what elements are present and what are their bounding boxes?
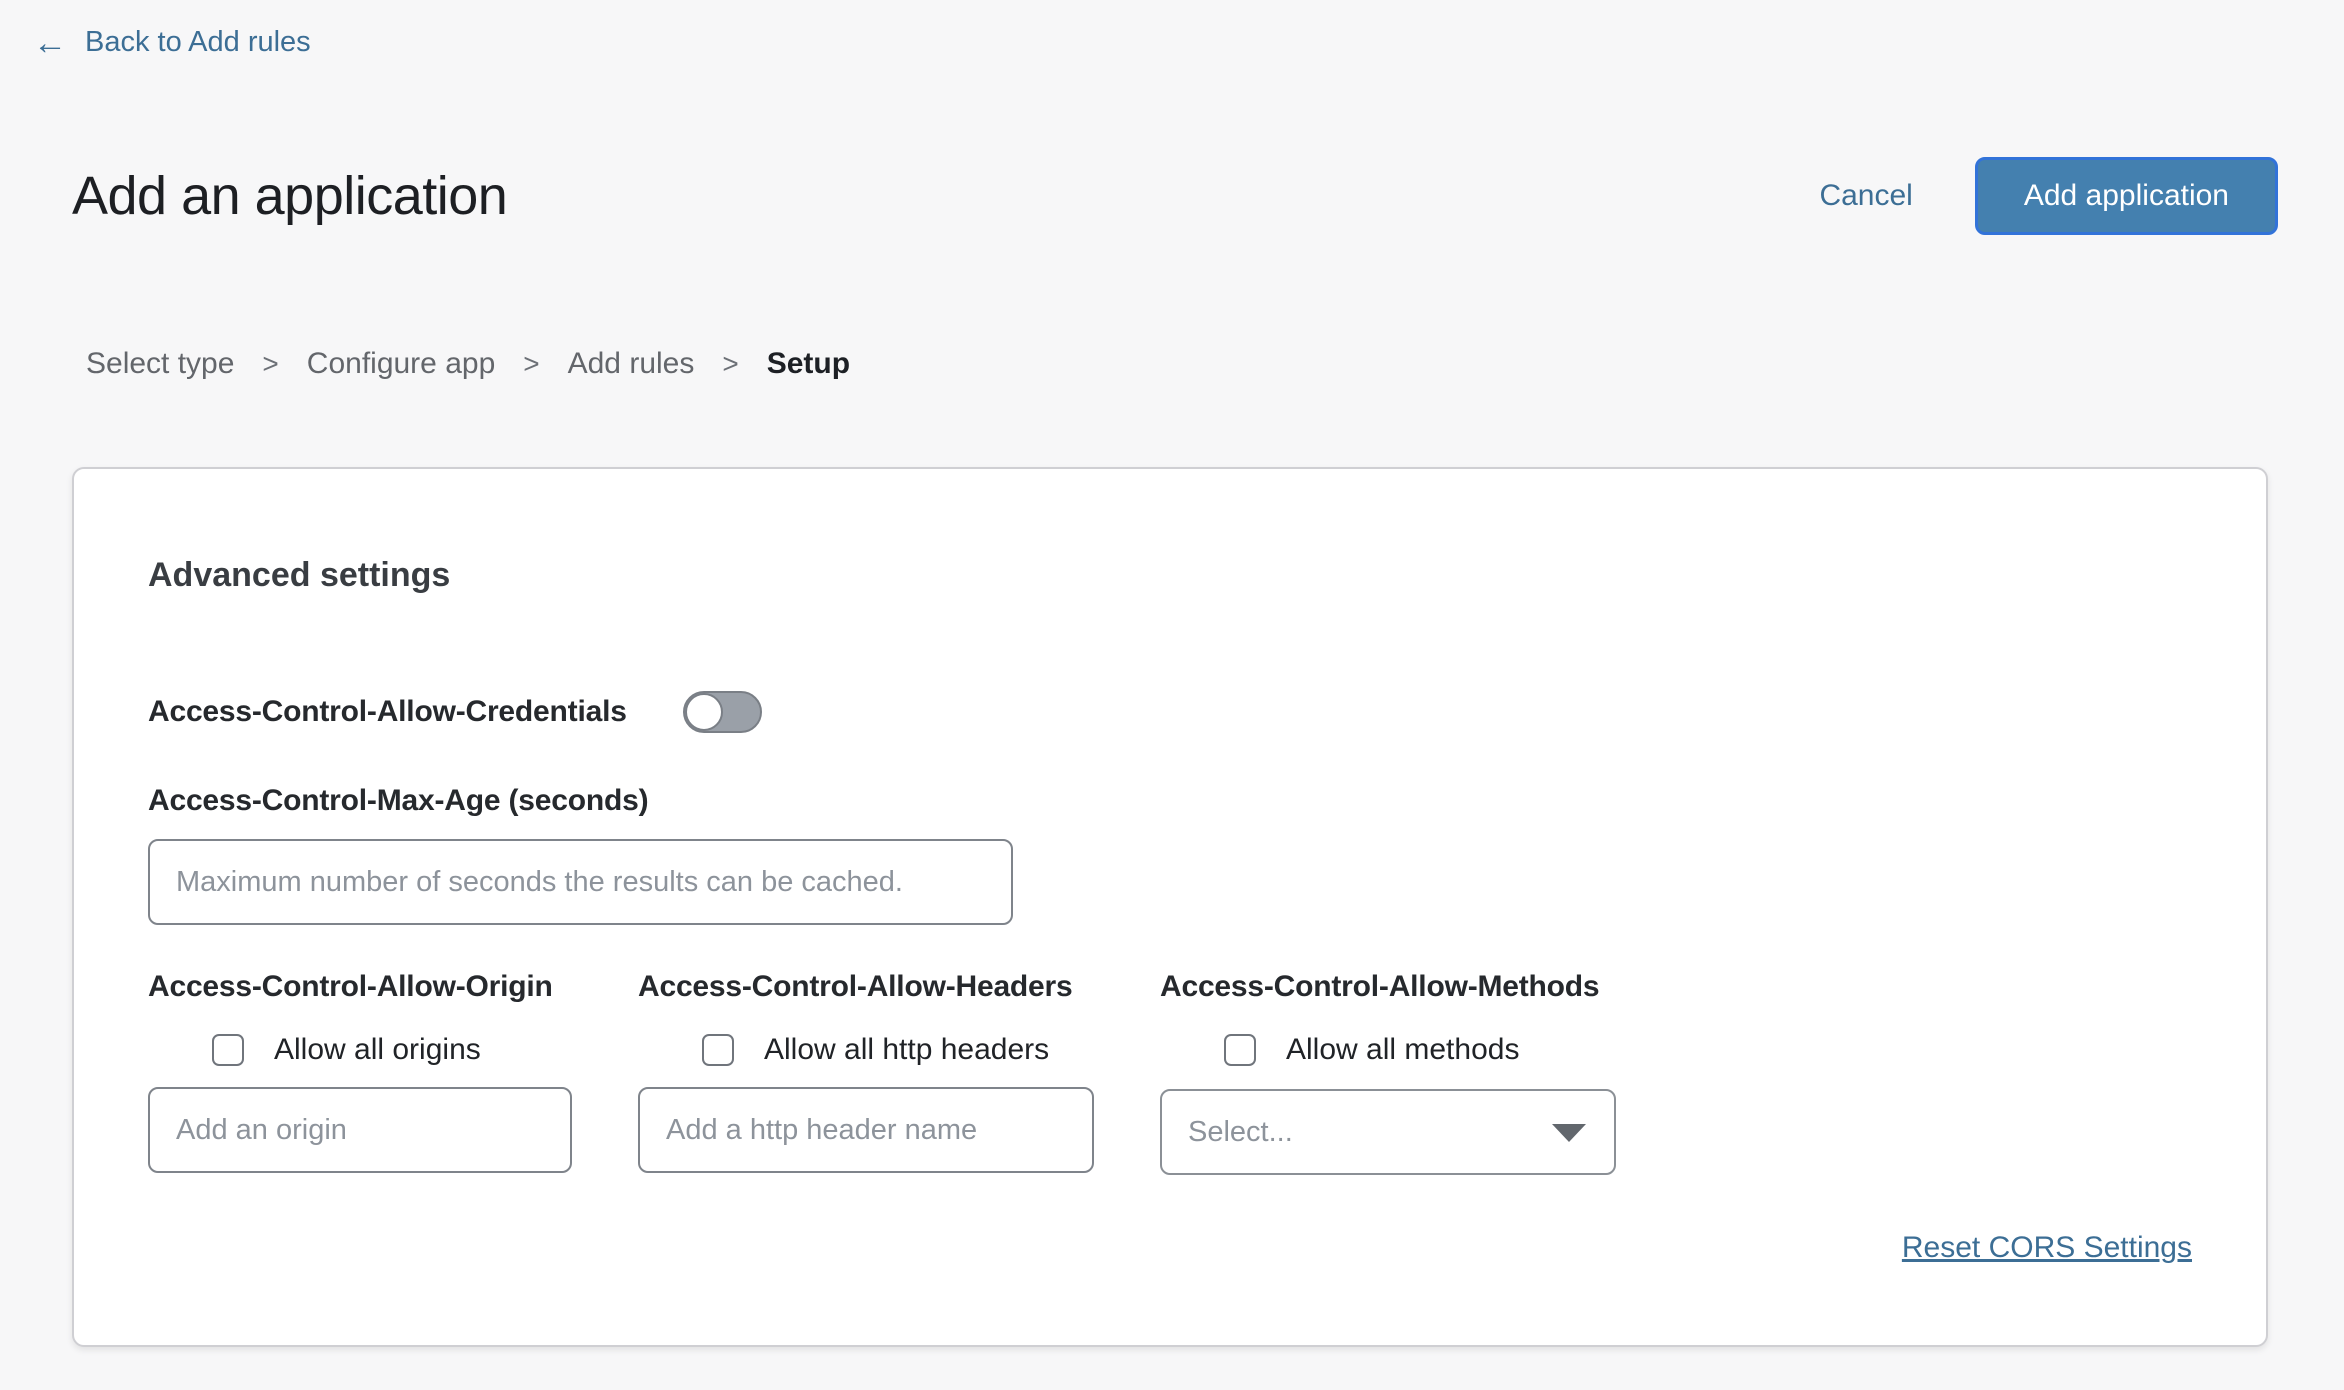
- allow-headers-column: Access-Control-Allow-Headers Allow all h…: [638, 969, 1094, 1175]
- allow-headers-check-row: Allow all http headers: [702, 1033, 1094, 1067]
- back-link[interactable]: ← Back to Add rules: [33, 26, 311, 59]
- max-age-input[interactable]: [148, 839, 1013, 925]
- allow-all-origins-checkbox[interactable]: [212, 1034, 244, 1066]
- credentials-toggle[interactable]: [683, 691, 762, 733]
- advanced-settings-card: Advanced settings Access-Control-Allow-C…: [72, 467, 2268, 1347]
- allow-origin-label: Access-Control-Allow-Origin: [148, 969, 572, 1005]
- allow-all-methods-label: Allow all methods: [1286, 1033, 1519, 1067]
- add-origin-input[interactable]: [148, 1087, 572, 1173]
- breadcrumb-select-type[interactable]: Select type: [86, 347, 234, 381]
- allow-origin-column: Access-Control-Allow-Origin Allow all or…: [148, 969, 572, 1175]
- breadcrumb-separator: >: [523, 348, 539, 380]
- toggle-knob: [685, 693, 723, 731]
- allow-methods-label: Access-Control-Allow-Methods: [1160, 969, 1616, 1005]
- allow-all-origins-label: Allow all origins: [274, 1033, 481, 1067]
- allow-methods-check-row: Allow all methods: [1224, 1033, 1616, 1067]
- allow-methods-column: Access-Control-Allow-Methods Allow all m…: [1160, 969, 1616, 1175]
- cors-columns: Access-Control-Allow-Origin Allow all or…: [148, 969, 2192, 1175]
- allow-all-headers-checkbox[interactable]: [702, 1034, 734, 1066]
- credentials-label: Access-Control-Allow-Credentials: [148, 695, 627, 729]
- credentials-row: Access-Control-Allow-Credentials: [148, 691, 2192, 733]
- allow-origin-check-row: Allow all origins: [212, 1033, 572, 1067]
- page-header: Add an application Cancel Add applicatio…: [72, 157, 2278, 235]
- reset-cors-link[interactable]: Reset CORS Settings: [1902, 1231, 2192, 1264]
- breadcrumb-separator: >: [722, 348, 738, 380]
- chevron-down-icon: [1552, 1124, 1586, 1142]
- allow-headers-label: Access-Control-Allow-Headers: [638, 969, 1094, 1005]
- methods-select-value: Select...: [1188, 1116, 1293, 1149]
- add-application-button[interactable]: Add application: [1975, 157, 2278, 235]
- add-header-input[interactable]: [638, 1087, 1094, 1173]
- max-age-label: Access-Control-Max-Age (seconds): [148, 783, 2192, 819]
- breadcrumb-configure-app[interactable]: Configure app: [307, 347, 495, 381]
- reset-row: Reset CORS Settings: [148, 1231, 2192, 1265]
- breadcrumb: Select type > Configure app > Add rules …: [86, 347, 2344, 381]
- header-actions: Cancel Add application: [1819, 157, 2278, 235]
- page-title: Add an application: [72, 165, 507, 227]
- back-link-label: Back to Add rules: [85, 26, 311, 59]
- methods-select[interactable]: Select...: [1160, 1089, 1616, 1175]
- card-heading: Advanced settings: [148, 555, 2192, 595]
- allow-all-headers-label: Allow all http headers: [764, 1033, 1049, 1067]
- allow-all-methods-checkbox[interactable]: [1224, 1034, 1256, 1066]
- breadcrumb-separator: >: [262, 348, 278, 380]
- back-arrow-icon: ←: [33, 28, 67, 58]
- breadcrumb-add-rules[interactable]: Add rules: [568, 347, 695, 381]
- breadcrumb-setup-current: Setup: [767, 347, 850, 381]
- cancel-button[interactable]: Cancel: [1819, 179, 1912, 213]
